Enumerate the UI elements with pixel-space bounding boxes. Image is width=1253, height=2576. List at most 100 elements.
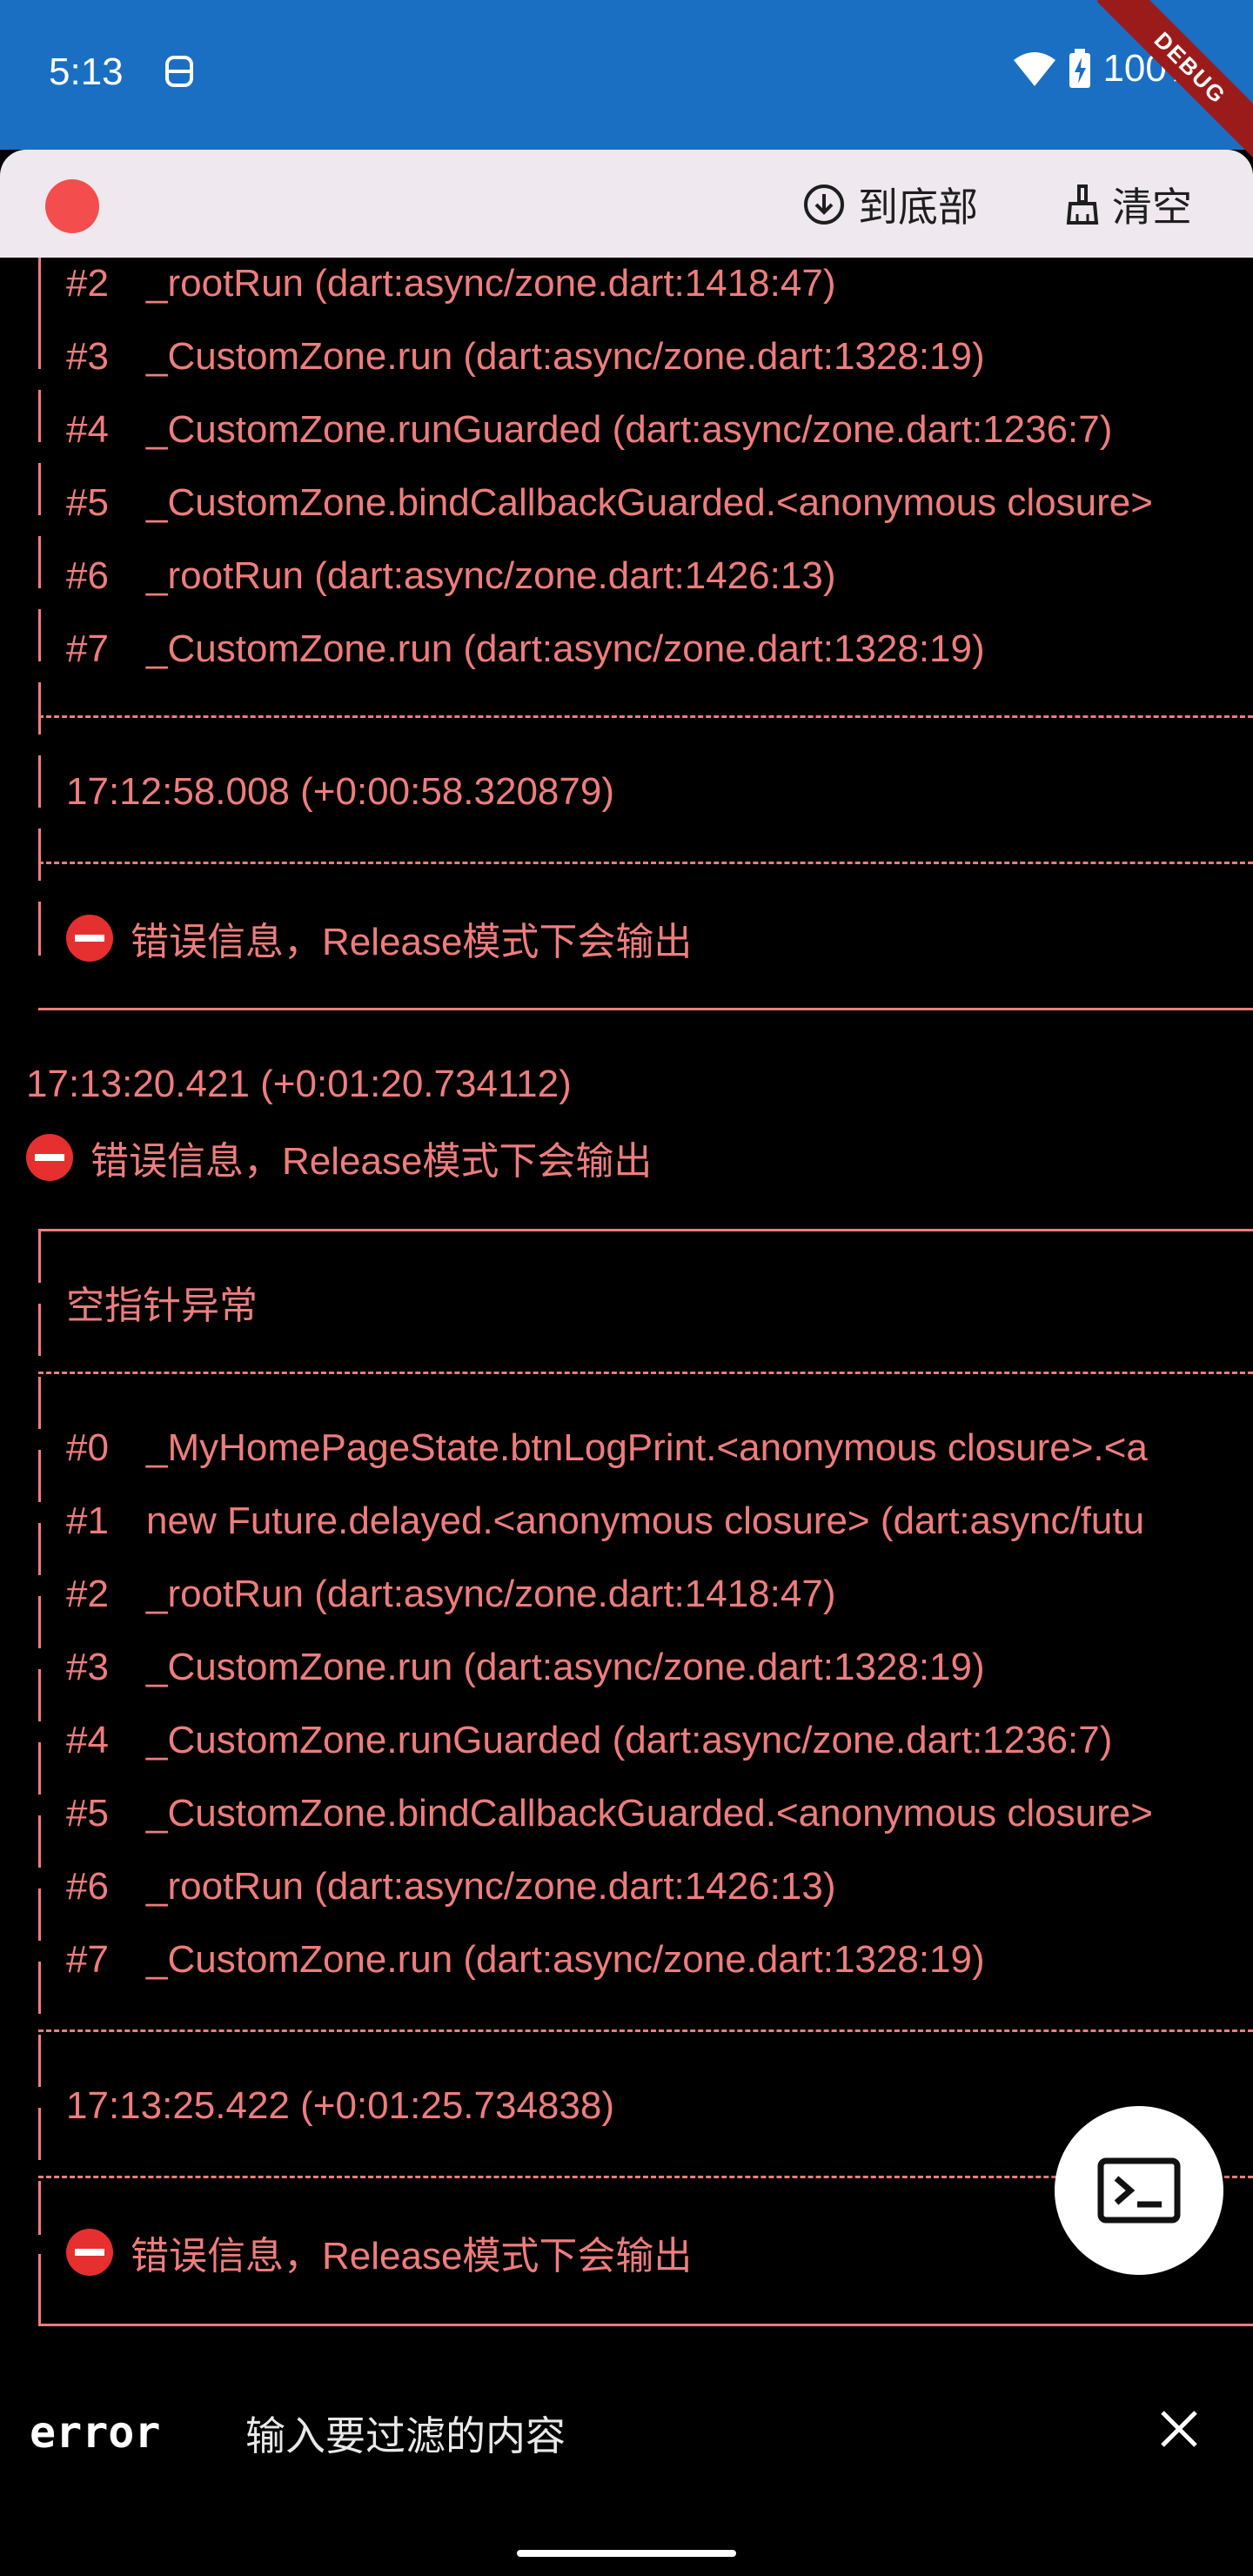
log-timestamp: 17:13:25.422 (+0:01:25.734838) <box>66 2084 614 2127</box>
log-block-border <box>38 536 41 588</box>
log-block-border <box>38 1815 41 1868</box>
log-block-border <box>38 2035 41 2087</box>
frame-text: _rootRun (dart:async/zone.dart:1426:13) <box>146 1865 836 1908</box>
frame-number: #5 <box>66 1792 109 1835</box>
frame-number: #0 <box>66 1426 109 1469</box>
log-block-border <box>38 1596 41 1648</box>
frame-text: _rootRun (dart:async/zone.dart:1418:47) <box>146 262 836 305</box>
frame-text: _CustomZone.run (dart:async/zone.dart:13… <box>146 627 985 670</box>
log-timestamp: 17:12:58.008 (+0:00:58.320879) <box>66 770 614 813</box>
wifi-icon <box>1014 52 1056 86</box>
broom-icon <box>1066 184 1099 225</box>
frame-text: _CustomZone.run (dart:async/zone.dart:13… <box>146 335 985 378</box>
log-level-selector[interactable]: error <box>30 2407 161 2458</box>
stack-frame-row: #5 _CustomZone.bindCallbackGuarded.<anony… <box>66 477 1153 529</box>
log-message: 错误信息，Release模式下会输出 <box>90 1140 653 1183</box>
frame-text: _rootRun (dart:async/zone.dart:1426:13) <box>146 554 836 597</box>
log-block-border <box>38 2254 41 2325</box>
log-block-border <box>38 1229 41 1283</box>
status-bar: 5:13 100% <box>0 0 1253 150</box>
frame-number: #2 <box>66 262 109 305</box>
frame-number: #3 <box>66 335 109 378</box>
frame-number: #3 <box>66 1646 109 1688</box>
filter-input[interactable] <box>244 2400 1030 2472</box>
clear-button[interactable]: 清空 <box>1065 176 1192 233</box>
frame-text: _rootRun (dart:async/zone.dart:1418:47) <box>146 1573 836 1615</box>
log-block-border <box>38 1377 41 1429</box>
frame-text: _CustomZone.runGuarded (dart:async/zone.… <box>146 1719 1113 1761</box>
log-block-border <box>38 1450 41 1502</box>
frame-text: _CustomZone.run (dart:async/zone.dart:13… <box>146 1938 985 1981</box>
log-block-title: 空指针异常 <box>66 1285 258 1327</box>
battery-charging-icon <box>1069 49 1091 88</box>
log-message-row: 错误信息，Release模式下会输出 <box>66 2226 692 2278</box>
log-block-border <box>38 1742 41 1794</box>
frame-number: #6 <box>66 1865 109 1908</box>
frame-text: _CustomZone.run (dart:async/zone.dart:13… <box>146 1646 985 1688</box>
log-block-border <box>38 2108 41 2160</box>
stack-frame-row: #2 _rootRun (dart:async/zone.dart:1418:47… <box>66 258 835 310</box>
separator-line <box>38 2029 1253 2032</box>
close-icon[interactable] <box>1157 2407 1201 2451</box>
log-block-border <box>38 902 41 956</box>
no-entry-icon <box>26 1134 73 1181</box>
log-block-border <box>38 1523 41 1575</box>
stack-frame-row: #3 _CustomZone.run (dart:async/zone.dart:… <box>66 331 985 383</box>
separator-line <box>38 715 1253 718</box>
log-timestamp: 17:13:20.421 (+0:01:20.734112) <box>26 1063 572 1105</box>
log-message-row: 错误信息，Release模式下会输出 <box>66 912 692 964</box>
frame-number: #4 <box>66 408 109 451</box>
log-block-border <box>38 1669 41 1721</box>
log-message: 错误信息，Release模式下会输出 <box>131 2235 693 2277</box>
log-block-bottom-border <box>38 1008 1253 1010</box>
stack-frame-row: #7 _CustomZone.run (dart:async/zone.dart:… <box>66 623 985 675</box>
frame-text: _CustomZone.bindCallbackGuarded.<anonymo… <box>146 481 1153 524</box>
home-indicator[interactable] <box>517 2550 736 2557</box>
log-block-border <box>38 390 41 442</box>
separator-line <box>38 862 1253 864</box>
frame-number: #7 <box>66 1938 109 1981</box>
frame-number: #4 <box>66 1719 109 1761</box>
stack-frame-row: #6 _rootRun (dart:async/zone.dart:1426:13… <box>66 1861 835 1913</box>
clear-label: 清空 <box>1112 184 1192 230</box>
log-list[interactable]: #2 _rootRun (dart:async/zone.dart:1418:47… <box>0 258 1253 2364</box>
frame-text: _CustomZone.runGuarded (dart:async/zone.… <box>146 408 1113 451</box>
scroll-to-bottom-button[interactable]: 到底部 <box>802 176 978 233</box>
stack-frame-row: #4 _CustomZone.runGuarded (dart:async/zon… <box>66 404 1112 456</box>
no-entry-icon <box>66 915 113 962</box>
log-block-border <box>38 1888 41 1941</box>
frame-number: #2 <box>66 1573 109 1615</box>
frame-text: _MyHomePageState.btnLogPrint.<anonymous … <box>146 1426 1148 1469</box>
log-block-border <box>38 755 41 808</box>
status-time: 5:13 <box>49 50 124 93</box>
frame-number: #7 <box>66 627 109 670</box>
log-block-top-border <box>38 1229 1253 1231</box>
log-block-border <box>38 682 41 735</box>
frame-number: #1 <box>66 1499 109 1542</box>
log-message-row: 错误信息，Release模式下会输出 <box>26 1131 652 1184</box>
log-block-border <box>38 609 41 661</box>
stack-frame-row: #6 _rootRun (dart:async/zone.dart:1426:13… <box>66 550 835 602</box>
terminal-icon <box>1097 2157 1181 2224</box>
stack-frame-row: #5 _CustomZone.bindCallbackGuarded.<anony… <box>66 1788 1153 1840</box>
log-block-border <box>38 258 41 369</box>
no-entry-icon <box>66 2229 113 2276</box>
log-block-border <box>38 463 41 515</box>
frame-text: new Future.delayed.<anonymous closure> (… <box>146 1499 1145 1542</box>
record-indicator[interactable] <box>45 179 99 233</box>
stack-frame-row: #4 _CustomZone.runGuarded (dart:async/zon… <box>66 1714 1112 1767</box>
log-message: 错误信息，Release模式下会输出 <box>131 921 693 963</box>
frame-number: #5 <box>66 481 109 524</box>
frame-text: _CustomZone.bindCallbackGuarded.<anonymo… <box>146 1792 1153 1835</box>
scroll-to-bottom-label: 到底部 <box>858 184 978 230</box>
stack-frame-row: #1 new Future.delayed.<anonymous closure>… <box>66 1495 1144 1547</box>
log-block-border <box>38 2181 41 2235</box>
app-notification-icon <box>165 56 193 87</box>
stack-frame-row: #0 _MyHomePageState.btnLogPrint.<anonymou… <box>66 1422 1148 1474</box>
separator-line <box>38 1372 1253 1374</box>
arrow-down-circle-icon <box>804 184 844 225</box>
log-block-border <box>38 1304 41 1356</box>
log-block-border <box>38 1962 41 2014</box>
terminal-fab-button[interactable] <box>1055 2106 1223 2275</box>
log-block-border <box>38 828 41 881</box>
